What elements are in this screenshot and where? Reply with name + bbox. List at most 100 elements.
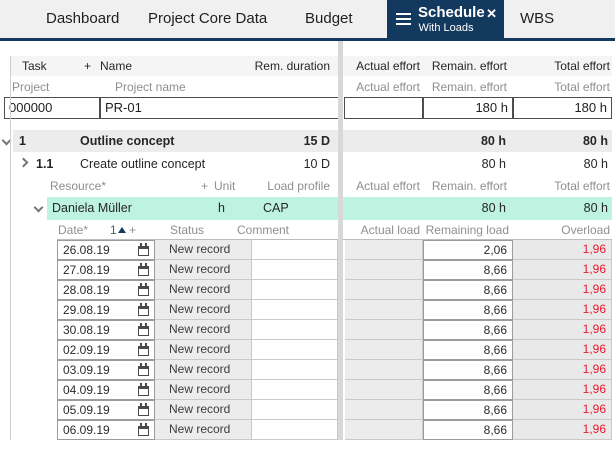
resource-load-profile: CAP bbox=[263, 201, 289, 215]
hamburger-icon[interactable] bbox=[396, 18, 411, 20]
close-icon[interactable]: ✕ bbox=[486, 7, 497, 20]
col-remaining-load: Remaining load bbox=[425, 223, 509, 237]
comment-cell[interactable] bbox=[252, 280, 338, 300]
resource-unit: h bbox=[218, 201, 225, 215]
comment-cell[interactable] bbox=[252, 240, 338, 260]
date-value: 30.08.19 bbox=[63, 323, 110, 337]
load-row: 27.08.19 New record 8,66 1,96 bbox=[57, 260, 612, 280]
comment-cell[interactable] bbox=[252, 340, 338, 360]
calendar-icon[interactable] bbox=[138, 282, 149, 296]
remaining-load-cell[interactable]: 8,66 bbox=[423, 420, 513, 440]
tab-budget[interactable]: Budget bbox=[305, 10, 353, 27]
tab-dashboard[interactable]: Dashboard bbox=[46, 10, 119, 27]
date-cell[interactable]: 05.09.19 bbox=[57, 400, 155, 420]
col-load-profile: Load profile bbox=[267, 179, 330, 193]
status-cell: New record bbox=[155, 260, 252, 280]
calendar-icon[interactable] bbox=[138, 342, 149, 356]
col-resource: Resource* bbox=[50, 179, 107, 193]
date-cell[interactable]: 26.08.19 bbox=[57, 240, 155, 260]
add-resource-icon[interactable]: + bbox=[201, 176, 208, 196]
resource-remain-effort: 80 h bbox=[481, 201, 506, 215]
comment-cell[interactable] bbox=[252, 380, 338, 400]
comment-cell[interactable] bbox=[252, 400, 338, 420]
calendar-icon[interactable] bbox=[138, 242, 149, 256]
chevron-down-icon[interactable] bbox=[33, 202, 44, 213]
add-column-icon[interactable]: + bbox=[84, 56, 91, 76]
overload-cell: 1,96 bbox=[513, 260, 612, 280]
comment-cell[interactable] bbox=[252, 420, 338, 440]
project-name-field[interactable]: PR-01 bbox=[100, 97, 340, 119]
task-1-1-number[interactable]: 1.1 bbox=[36, 153, 53, 175]
calendar-icon[interactable] bbox=[138, 402, 149, 416]
actual-load-cell bbox=[345, 380, 423, 400]
calendar-icon[interactable] bbox=[138, 422, 149, 436]
date-value: 06.09.19 bbox=[63, 423, 110, 437]
subcol-total-effort: Total effort bbox=[554, 80, 610, 94]
date-cell[interactable]: 28.08.19 bbox=[57, 280, 155, 300]
task-1-1-name[interactable]: Create outline concept bbox=[80, 153, 205, 175]
comment-cell[interactable] bbox=[252, 260, 338, 280]
calendar-icon[interactable] bbox=[138, 322, 149, 336]
remaining-load-cell[interactable]: 8,66 bbox=[423, 340, 513, 360]
status-cell: New record bbox=[155, 280, 252, 300]
resource-name[interactable]: Daniela Müller bbox=[52, 197, 132, 219]
actual-load-cell bbox=[345, 300, 423, 320]
load-table: 26.08.19 New record 2,06 1,96 27.08.19 N… bbox=[57, 239, 612, 440]
remaining-load-cell[interactable]: 8,66 bbox=[423, 280, 513, 300]
status-cell: New record bbox=[155, 380, 252, 400]
table-left-border bbox=[10, 56, 11, 440]
status-cell: New record bbox=[155, 360, 252, 380]
remaining-load-cell[interactable]: 8,66 bbox=[423, 320, 513, 340]
comment-cell[interactable] bbox=[252, 360, 338, 380]
overload-cell: 1,96 bbox=[513, 320, 612, 340]
task-1-number[interactable]: 1 bbox=[19, 130, 26, 152]
date-cell[interactable]: 06.09.19 bbox=[57, 420, 155, 440]
calendar-icon[interactable] bbox=[138, 382, 149, 396]
remaining-load-cell[interactable]: 8,66 bbox=[423, 360, 513, 380]
date-cell[interactable]: 30.08.19 bbox=[57, 320, 155, 340]
load-row: 03.09.19 New record 8,66 1,96 bbox=[57, 360, 612, 380]
comment-cell[interactable] bbox=[252, 320, 338, 340]
calendar-icon[interactable] bbox=[138, 262, 149, 276]
sort-order-number[interactable]: 1 bbox=[110, 220, 117, 240]
remaining-load-cell[interactable]: 8,66 bbox=[423, 400, 513, 420]
date-cell[interactable]: 27.08.19 bbox=[57, 260, 155, 280]
col-total-effort: Total effort bbox=[554, 59, 610, 73]
app-window: Dashboard Project Core Data Budget Sched… bbox=[0, 0, 615, 449]
calendar-icon[interactable] bbox=[138, 302, 149, 316]
tab-bar: Dashboard Project Core Data Budget Sched… bbox=[0, 0, 615, 41]
project-remain-effort-field[interactable]: 180 h bbox=[423, 97, 513, 119]
remaining-load-cell[interactable]: 2,06 bbox=[423, 240, 513, 260]
task-1-1-remain-effort: 80 h bbox=[481, 157, 506, 171]
pane-splitter[interactable] bbox=[338, 41, 343, 440]
status-cell: New record bbox=[155, 320, 252, 340]
add-load-row-icon[interactable]: + bbox=[129, 220, 136, 240]
calendar-icon[interactable] bbox=[138, 362, 149, 376]
remaining-load-cell[interactable]: 8,66 bbox=[423, 380, 513, 400]
date-cell[interactable]: 29.08.19 bbox=[57, 300, 155, 320]
status-cell: New record bbox=[155, 340, 252, 360]
actual-load-cell bbox=[345, 340, 423, 360]
tab-wbs[interactable]: WBS bbox=[520, 10, 554, 27]
comment-cell[interactable] bbox=[252, 300, 338, 320]
date-value: 29.08.19 bbox=[63, 303, 110, 317]
load-row: 05.09.19 New record 8,66 1,96 bbox=[57, 400, 612, 420]
tab-schedule-label: Schedule bbox=[418, 4, 485, 21]
task-1-name[interactable]: Outline concept bbox=[80, 130, 174, 152]
project-id-field[interactable]: 000000 bbox=[4, 97, 100, 119]
project-total-effort-field[interactable]: 180 h bbox=[513, 97, 612, 119]
date-cell[interactable]: 04.09.19 bbox=[57, 380, 155, 400]
tab-schedule[interactable]: Schedule ✕ With Loads bbox=[387, 0, 504, 38]
remaining-load-cell[interactable]: 8,66 bbox=[423, 260, 513, 280]
date-cell[interactable]: 02.09.19 bbox=[57, 340, 155, 360]
project-actual-effort-field[interactable] bbox=[344, 97, 423, 119]
sort-ascending-icon[interactable] bbox=[118, 227, 126, 233]
chevron-right-icon[interactable] bbox=[18, 157, 29, 168]
actual-load-cell bbox=[345, 280, 423, 300]
tab-project-core-data[interactable]: Project Core Data bbox=[148, 10, 267, 27]
schedule-panel: Task + Name Rem. duration Actual effort … bbox=[0, 41, 615, 449]
col-task: Task bbox=[22, 59, 47, 73]
actual-load-cell bbox=[345, 420, 423, 440]
date-cell[interactable]: 03.09.19 bbox=[57, 360, 155, 380]
remaining-load-cell[interactable]: 8,66 bbox=[423, 300, 513, 320]
